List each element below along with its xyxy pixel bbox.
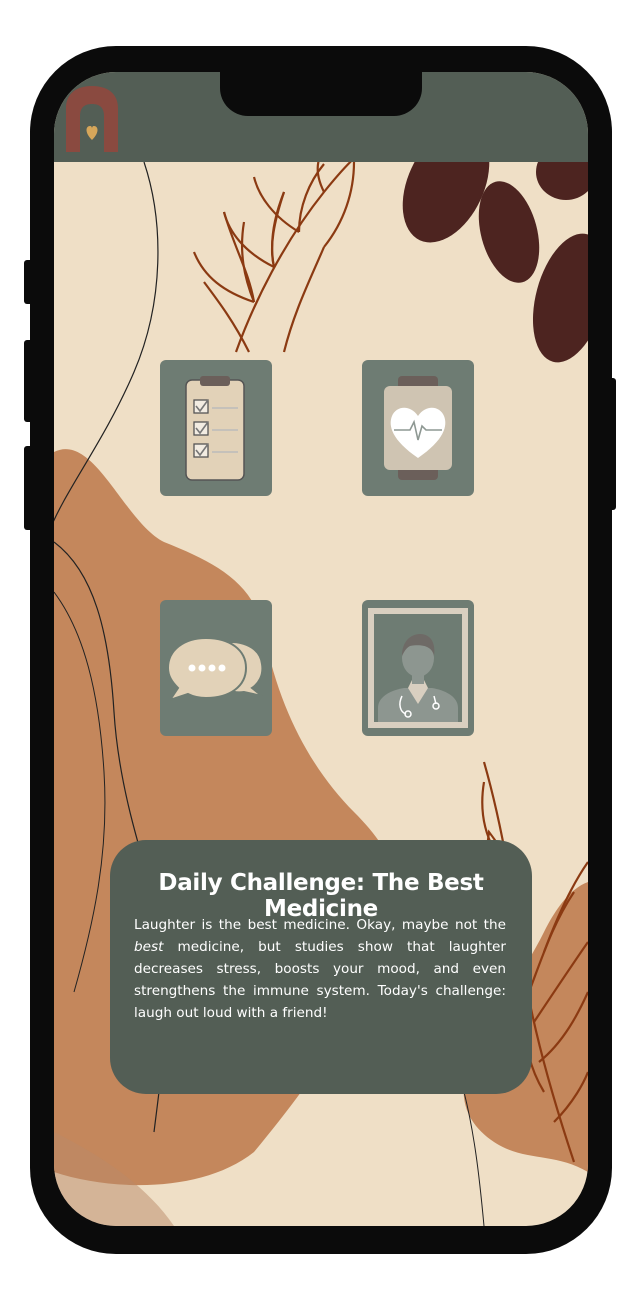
body-text-part1: Laughter is the best medicine. Okay, may… xyxy=(134,917,506,933)
doctor-portrait-icon xyxy=(368,608,468,728)
body-text-emphasis: best xyxy=(134,939,164,955)
heart-rate-icon xyxy=(384,376,452,480)
tile-health[interactable] xyxy=(362,360,474,496)
tile-chat[interactable] xyxy=(160,600,272,736)
daily-challenge-card: Daily Challenge: The Best Medicine Laugh… xyxy=(110,840,532,1094)
clipboard-checklist-icon xyxy=(185,376,245,481)
heart-arch-logo-icon[interactable] xyxy=(62,82,122,154)
tile-doctor[interactable] xyxy=(362,600,474,736)
daily-challenge-body: Laughter is the best medicine. Okay, may… xyxy=(134,914,506,1024)
tile-checklist[interactable] xyxy=(160,360,272,496)
app-screen: Daily Challenge: The Best Medicine Laugh… xyxy=(54,72,588,1226)
chat-bubbles-icon xyxy=(166,636,264,702)
body-text-part2: medicine, but studies show that laughter… xyxy=(134,939,506,1021)
phone-notch xyxy=(220,72,422,116)
